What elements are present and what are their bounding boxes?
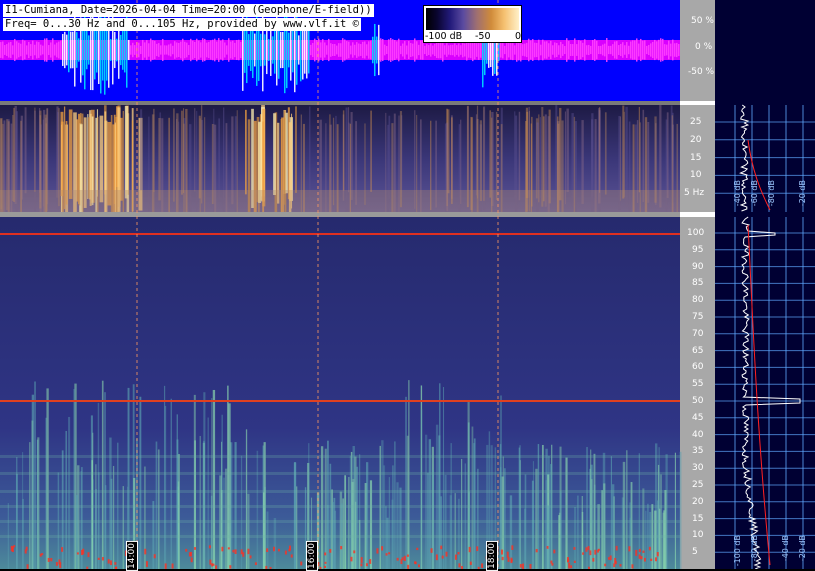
high-freq-tick: 95 bbox=[692, 244, 704, 255]
high-freq-tick: 30 bbox=[692, 463, 704, 474]
hum-line-100hz bbox=[0, 233, 680, 235]
low-freq-tick: 25 bbox=[690, 117, 702, 127]
bp-label: -80 dB bbox=[750, 535, 759, 562]
high-freq-tick: 75 bbox=[692, 312, 704, 322]
station-info-title: I1-Cumiana, Date=2026-04-04 Time=20:00 (… bbox=[3, 4, 374, 17]
bp-label: -100 dB bbox=[733, 535, 742, 567]
colorbar-legend: -100 dB -50 0 bbox=[423, 5, 522, 43]
bp-label: -20 dB bbox=[798, 535, 807, 562]
time-marker-label: 18:00 bbox=[486, 541, 498, 571]
amp-tick: 0 % bbox=[695, 42, 713, 52]
colorbar-max-label: 0 bbox=[515, 31, 522, 42]
high-freq-tick: 60 bbox=[692, 362, 704, 373]
high-freq-tick: 85 bbox=[692, 278, 704, 289]
low-freq-tick: 5 Hz bbox=[684, 188, 705, 199]
amp-tick: 50 % bbox=[691, 16, 714, 26]
high-freq-tick: 10 bbox=[692, 530, 704, 541]
hum-line-50hz bbox=[0, 400, 680, 402]
bp-label: -40 dB bbox=[781, 535, 790, 562]
high-freq-tick: 50 bbox=[692, 396, 704, 406]
high-freq-tick: 15 bbox=[692, 513, 704, 524]
high-freq-tick: 5 bbox=[692, 547, 698, 558]
time-marker-label: 16:00 bbox=[306, 541, 318, 571]
bp-label: -80 dB bbox=[767, 180, 776, 207]
bp-label: -60 dB bbox=[750, 180, 759, 207]
colorbar-min-label: -100 dB bbox=[425, 31, 463, 42]
high-freq-tick: 100 bbox=[687, 228, 705, 238]
high-freq-tick: 90 bbox=[692, 261, 704, 272]
bp-label: -40 dB bbox=[733, 180, 742, 207]
low-freq-tick: 20 bbox=[690, 134, 702, 145]
colorbar-mid-label: -50 bbox=[475, 31, 491, 42]
amp-tick: -50 % bbox=[688, 67, 715, 77]
low-freq-tick: 10 bbox=[690, 170, 702, 181]
panel-separator bbox=[0, 101, 680, 105]
axis-separator bbox=[680, 212, 715, 217]
frequency-info-subtitle: Freq= 0...30 Hz and 0...105 Hz, provided… bbox=[3, 18, 362, 31]
high-freq-tick: 80 bbox=[692, 295, 704, 306]
high-freq-tick: 40 bbox=[692, 429, 704, 440]
high-freq-tick: 20 bbox=[692, 496, 704, 507]
bp-label: -20 dB bbox=[798, 180, 807, 207]
high-freq-tick: 35 bbox=[692, 446, 704, 457]
time-marker-label: 14:00 bbox=[126, 541, 138, 571]
high-freq-tick: 25 bbox=[692, 480, 704, 490]
high-freq-tick: 55 bbox=[692, 379, 704, 390]
spectrum-side-panel bbox=[715, 0, 815, 569]
panel-separator bbox=[0, 212, 680, 217]
high-freq-tick: 65 bbox=[692, 345, 704, 356]
high-freq-tick: 70 bbox=[692, 328, 704, 339]
axis-separator bbox=[680, 101, 715, 105]
high-freq-tick: 45 bbox=[692, 412, 704, 423]
low-freq-tick: 15 bbox=[690, 152, 702, 163]
colorbar-gradient bbox=[426, 8, 519, 30]
